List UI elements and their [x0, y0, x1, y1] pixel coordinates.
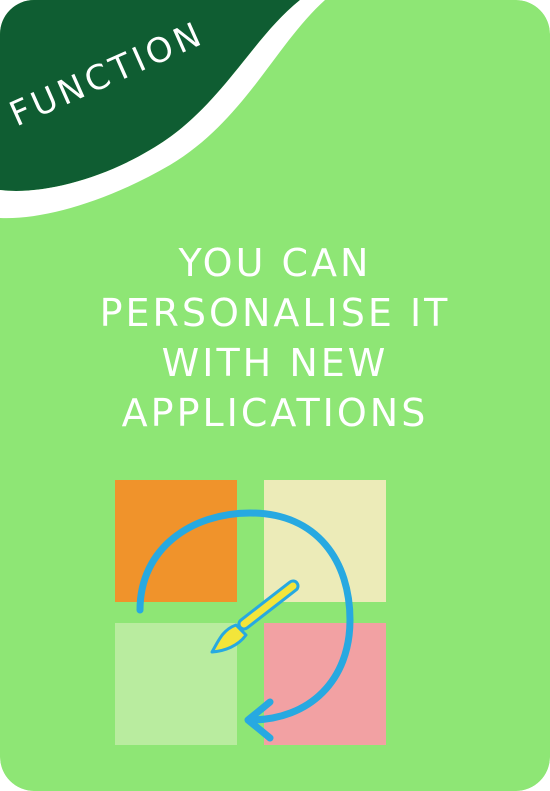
headline-line-1: YOU CAN [178, 241, 372, 285]
headline-line-3: WITH NEW [161, 341, 389, 385]
headline-line-2: PERSONALISE IT [99, 291, 451, 335]
headline: YOU CAN PERSONALISE IT WITH NEW APPLICAT… [0, 238, 550, 438]
function-card: FUNCTION YOU CAN PERSONALISE IT WITH NEW… [0, 0, 550, 791]
headline-line-4: APPLICATIONS [121, 391, 429, 435]
